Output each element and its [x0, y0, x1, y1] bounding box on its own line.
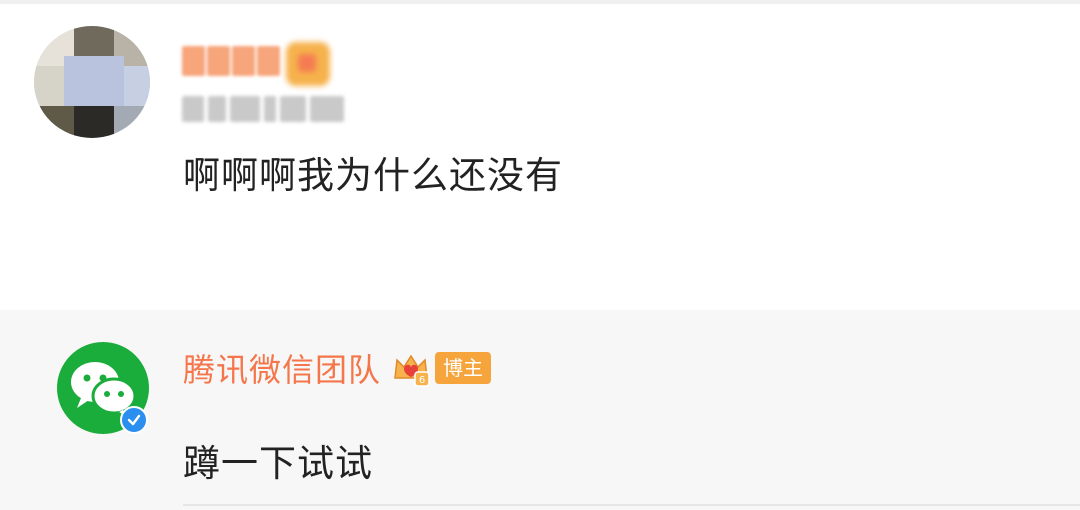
bottom-divider — [183, 504, 1080, 506]
crown-level: 6 — [419, 375, 425, 386]
comment-thread: 啊啊啊我为什么还没有 腾讯微信团队 6 博主 蹲一下试试 — [0, 0, 1080, 510]
reply-text: 蹲一下试试 — [183, 442, 373, 485]
reply-author-row: 腾讯微信团队 6 博主 — [183, 345, 492, 391]
reply-author-name[interactable]: 腾讯微信团队 — [183, 345, 381, 391]
crown-icon[interactable]: 6 — [391, 348, 431, 388]
blogger-badge: 博主 — [435, 352, 492, 384]
comment-item[interactable]: 啊啊啊我为什么还没有 — [0, 4, 1080, 310]
reply-item[interactable]: 腾讯微信团队 6 博主 蹲一下试试 — [0, 310, 1080, 510]
verified-check-icon — [120, 406, 148, 434]
blurred-crown-icon — [286, 42, 330, 86]
blurred-username[interactable] — [182, 46, 280, 76]
blurred-avatar[interactable] — [34, 26, 150, 138]
blurred-timestamp — [182, 96, 354, 122]
comment-text: 啊啊啊我为什么还没有 — [183, 154, 563, 197]
